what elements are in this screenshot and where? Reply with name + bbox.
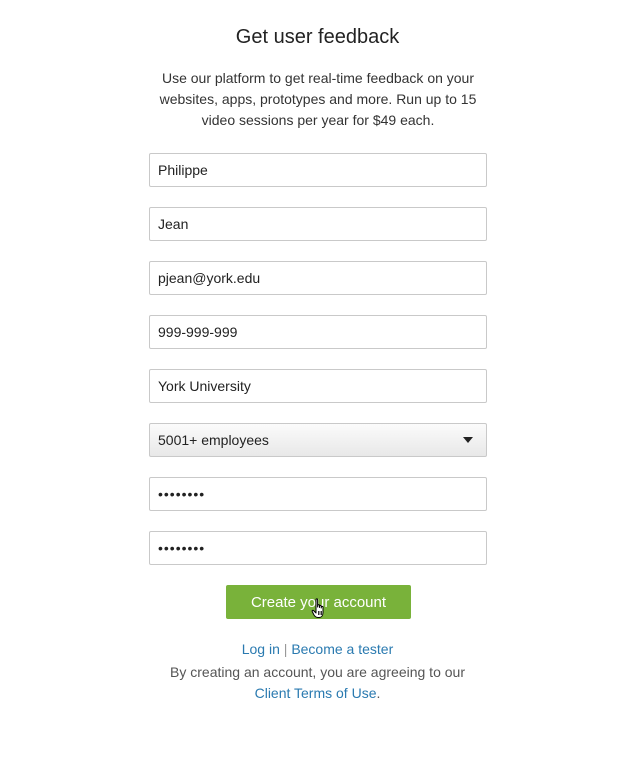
confirm-password-field[interactable] xyxy=(149,531,487,565)
become-tester-link[interactable]: Become a tester xyxy=(291,641,393,657)
first-name-field[interactable] xyxy=(149,153,487,187)
terms-link[interactable]: Client Terms of Use xyxy=(255,685,377,701)
create-account-button[interactable]: Create your account xyxy=(226,585,411,619)
auth-links: Log in | Become a tester xyxy=(0,641,635,657)
terms-suffix: . xyxy=(376,685,381,701)
link-separator: | xyxy=(283,641,288,657)
password-field[interactable] xyxy=(149,477,487,511)
page-title: Get user feedback xyxy=(235,26,400,48)
phone-field[interactable] xyxy=(149,315,487,349)
last-name-field[interactable] xyxy=(149,207,487,241)
terms-prefix: By creating an account, you are agreeing… xyxy=(170,664,465,680)
company-size-value: 5001+ employees xyxy=(158,432,269,448)
terms-notice: By creating an account, you are agreeing… xyxy=(0,662,635,704)
login-link[interactable]: Log in xyxy=(242,641,280,657)
company-field[interactable] xyxy=(149,369,487,403)
company-size-select[interactable]: 5001+ employees xyxy=(149,423,487,457)
dropdown-arrow-icon xyxy=(463,437,473,443)
intro-text: Use our platform to get real-time feedba… xyxy=(159,70,477,128)
email-field[interactable] xyxy=(149,261,487,295)
